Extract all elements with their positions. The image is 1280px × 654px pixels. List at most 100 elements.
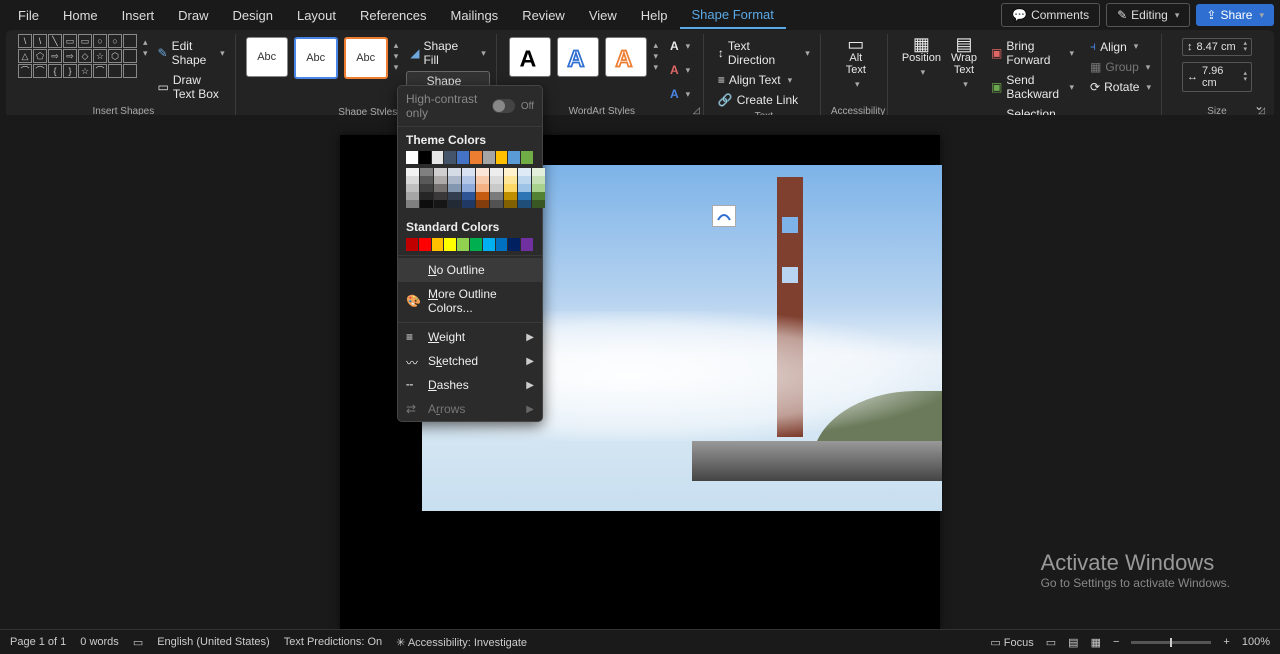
draw-text-box-button[interactable]: ▭Draw Text Box bbox=[154, 71, 229, 103]
zoom-in-button[interactable]: + bbox=[1223, 636, 1229, 648]
text-fill-button[interactable]: A bbox=[666, 37, 694, 55]
rotate-button[interactable]: ⟳Rotate bbox=[1086, 78, 1155, 96]
comments-button[interactable]: 💬Comments bbox=[1001, 3, 1100, 27]
color-swatch[interactable] bbox=[521, 238, 533, 251]
page-status[interactable]: Page 1 of 1 bbox=[10, 636, 66, 648]
color-swatch[interactable] bbox=[470, 238, 482, 251]
sketched-item[interactable]: 〰Sketched▶ bbox=[398, 349, 542, 373]
create-link-button[interactable]: 🔗Create Link bbox=[714, 91, 814, 109]
tab-file[interactable]: File bbox=[6, 3, 51, 28]
spellcheck-icon[interactable]: ▭ bbox=[133, 636, 143, 649]
color-swatch[interactable] bbox=[476, 176, 489, 184]
selected-shape[interactable] bbox=[712, 205, 736, 227]
color-swatch[interactable] bbox=[462, 200, 475, 208]
wrap-text-button[interactable]: ▤Wrap Text bbox=[947, 34, 981, 94]
tab-home[interactable]: Home bbox=[51, 3, 110, 28]
alt-text-button[interactable]: ▭Alt Text bbox=[842, 34, 870, 94]
color-swatch[interactable] bbox=[504, 192, 517, 200]
color-swatch[interactable] bbox=[434, 192, 447, 200]
color-swatch[interactable] bbox=[432, 238, 444, 251]
share-button[interactable]: ⇪Share bbox=[1196, 4, 1274, 26]
color-swatch[interactable] bbox=[406, 192, 419, 200]
color-swatch[interactable] bbox=[420, 176, 433, 184]
color-swatch[interactable] bbox=[532, 192, 545, 200]
color-swatch[interactable] bbox=[406, 176, 419, 184]
zoom-slider[interactable] bbox=[1131, 641, 1211, 644]
color-swatch[interactable] bbox=[462, 192, 475, 200]
zoom-level[interactable]: 100% bbox=[1242, 636, 1270, 648]
shape-style-1[interactable]: Abc bbox=[246, 37, 288, 77]
color-swatch[interactable] bbox=[462, 184, 475, 192]
color-swatch[interactable] bbox=[420, 192, 433, 200]
send-backward-button[interactable]: ▣Send Backward▾ bbox=[987, 71, 1078, 103]
no-outline-item[interactable]: No Outline bbox=[398, 258, 542, 282]
text-direction-button[interactable]: ↕Text Direction bbox=[714, 37, 814, 69]
color-swatch[interactable] bbox=[490, 184, 503, 192]
position-button[interactable]: ▦Position bbox=[898, 34, 945, 82]
color-swatch[interactable] bbox=[444, 238, 456, 251]
color-swatch[interactable] bbox=[434, 200, 447, 208]
focus-mode-button[interactable]: ▭ Focus bbox=[990, 636, 1033, 649]
color-swatch[interactable] bbox=[490, 168, 503, 176]
tab-review[interactable]: Review bbox=[510, 3, 577, 28]
word-count[interactable]: 0 words bbox=[80, 636, 119, 648]
collapse-ribbon-icon[interactable]: ⌄ bbox=[1254, 99, 1264, 113]
color-swatch[interactable] bbox=[504, 176, 517, 184]
wordart-style-3[interactable]: A bbox=[605, 37, 647, 77]
color-swatch[interactable] bbox=[476, 184, 489, 192]
color-swatch[interactable] bbox=[476, 200, 489, 208]
tab-view[interactable]: View bbox=[577, 3, 629, 28]
print-layout-icon[interactable]: ▤ bbox=[1068, 636, 1078, 649]
color-swatch[interactable] bbox=[448, 192, 461, 200]
accessibility-status[interactable]: ✳ Accessibility: Investigate bbox=[396, 636, 527, 649]
color-swatch[interactable] bbox=[532, 200, 545, 208]
color-swatch[interactable] bbox=[521, 151, 533, 164]
color-swatch[interactable] bbox=[483, 151, 495, 164]
color-swatch[interactable] bbox=[419, 238, 431, 251]
shape-height-input[interactable]: ↕8.47 cm▴▾ bbox=[1182, 38, 1252, 56]
color-swatch[interactable] bbox=[457, 238, 469, 251]
tab-shape-format[interactable]: Shape Format bbox=[680, 2, 786, 29]
tab-help[interactable]: Help bbox=[629, 3, 680, 28]
shape-gallery[interactable]: \\╲▭▭○○ △⬠⇨⇨◇☆⬡ ⌒⌒{}☆⌒ bbox=[18, 34, 137, 78]
tab-insert[interactable]: Insert bbox=[110, 3, 167, 28]
text-effects-button[interactable]: A bbox=[666, 85, 694, 103]
align-button[interactable]: ⫞Align bbox=[1086, 37, 1155, 56]
color-swatch[interactable] bbox=[419, 151, 431, 164]
language-status[interactable]: English (United States) bbox=[157, 636, 270, 648]
color-swatch[interactable] bbox=[476, 192, 489, 200]
editing-mode-button[interactable]: ✎Editing bbox=[1106, 3, 1190, 27]
tab-references[interactable]: References bbox=[348, 3, 438, 28]
color-swatch[interactable] bbox=[532, 168, 545, 176]
shape-style-2[interactable]: Abc bbox=[294, 37, 338, 79]
color-swatch[interactable] bbox=[518, 184, 531, 192]
shape-width-input[interactable]: ↔7.96 cm▴▾ bbox=[1182, 62, 1252, 92]
more-outline-colors-item[interactable]: 🎨More Outline Colors... bbox=[398, 282, 542, 320]
shape-style-3[interactable]: Abc bbox=[344, 37, 388, 79]
color-swatch[interactable] bbox=[518, 176, 531, 184]
bring-forward-button[interactable]: ▣Bring Forward▾ bbox=[987, 37, 1078, 69]
color-swatch[interactable] bbox=[504, 184, 517, 192]
color-swatch[interactable] bbox=[462, 176, 475, 184]
color-swatch[interactable] bbox=[420, 168, 433, 176]
color-swatch[interactable] bbox=[504, 168, 517, 176]
color-swatch[interactable] bbox=[448, 176, 461, 184]
dashes-item[interactable]: ╌Dashes▶ bbox=[398, 373, 542, 397]
color-swatch[interactable] bbox=[420, 184, 433, 192]
color-swatch[interactable] bbox=[476, 168, 489, 176]
color-swatch[interactable] bbox=[490, 192, 503, 200]
tab-draw[interactable]: Draw bbox=[166, 3, 220, 28]
color-swatch[interactable] bbox=[518, 192, 531, 200]
text-outline-button[interactable]: A bbox=[666, 61, 694, 79]
color-swatch[interactable] bbox=[406, 200, 419, 208]
color-swatch[interactable] bbox=[434, 176, 447, 184]
color-swatch[interactable] bbox=[496, 151, 508, 164]
tab-mailings[interactable]: Mailings bbox=[439, 3, 511, 28]
color-swatch[interactable] bbox=[448, 168, 461, 176]
color-swatch[interactable] bbox=[444, 151, 456, 164]
shape-fill-button[interactable]: ◢Shape Fill bbox=[406, 37, 490, 69]
edit-shape-button[interactable]: ✎Edit Shape bbox=[154, 37, 229, 69]
weight-item[interactable]: ≡Weight▶ bbox=[398, 325, 542, 349]
color-swatch[interactable] bbox=[496, 238, 508, 251]
zoom-out-button[interactable]: − bbox=[1113, 636, 1119, 648]
